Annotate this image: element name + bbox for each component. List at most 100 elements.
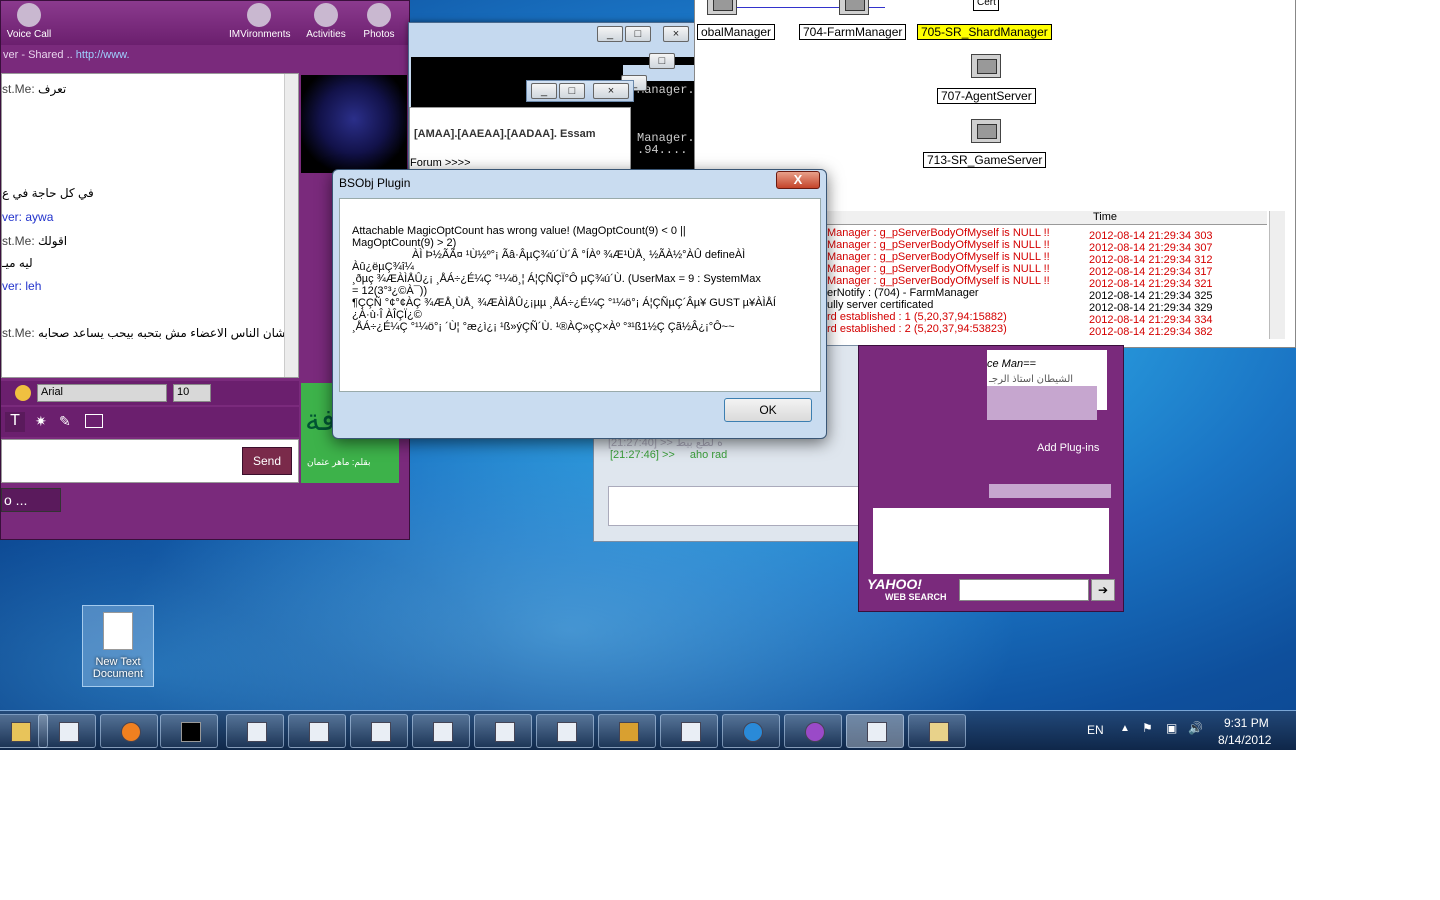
- window-icon: [371, 722, 391, 742]
- chat-line: st.Me: اقولك: [2, 234, 68, 248]
- window-icon[interactable]: [85, 414, 103, 428]
- window-icon: [867, 722, 887, 742]
- node-agent-server[interactable]: 707-AgentServer: [937, 88, 1036, 104]
- network-taskbar-button[interactable]: [722, 714, 780, 748]
- server-icon: [971, 54, 1001, 78]
- app-taskbar-button[interactable]: [660, 714, 718, 748]
- new-text-document-icon[interactable]: New Text Document: [82, 605, 154, 687]
- window-icon: [681, 722, 701, 742]
- maximize-button[interactable]: □: [625, 26, 651, 42]
- panel-content: [873, 508, 1109, 574]
- show-hidden-icons[interactable]: ▲: [1120, 723, 1130, 734]
- chat-line: في كل حاجة في ع: [2, 186, 94, 200]
- close-button[interactable]: ×: [663, 26, 689, 42]
- font-select[interactable]: Arial: [37, 384, 167, 402]
- shared-link[interactable]: http://www.: [76, 49, 130, 61]
- node-global-manager[interactable]: obalManager: [697, 24, 776, 40]
- app-taskbar-button[interactable]: [350, 714, 408, 748]
- volume-icon[interactable]: 🔊: [1188, 721, 1203, 735]
- paint-taskbar-button[interactable]: [908, 714, 966, 748]
- chat-line: ليه ميـ: [2, 256, 33, 270]
- window-titlebar: _ □ ×: [526, 80, 634, 102]
- font-size-select[interactable]: 10: [173, 384, 211, 402]
- dialog-message-line: Àû¿ëµÇ¾î¼­: [352, 261, 414, 273]
- emoticon-icon[interactable]: [15, 385, 31, 401]
- text-file-icon: [103, 612, 133, 650]
- bsobj-plugin-dialog: BSObj Plugin X Attachable MagicOptCount …: [332, 169, 827, 439]
- tools-icon: [619, 722, 639, 742]
- attach-icon[interactable]: ✎: [59, 413, 71, 430]
- web-search-input[interactable]: [959, 579, 1089, 601]
- log-message: rd established : 2 (5,20,37,94:53823): [827, 323, 1007, 335]
- dialog-message-line: ¸ÅÁ÷¿É¼Ç °¹¼ö°¡ ´Ù¦ °æ¿ì¿¡ ¹ß»ýÇÑ´Ù. ¹®À…: [352, 321, 735, 333]
- app-taskbar-button[interactable]: [226, 714, 284, 748]
- voice-call-button[interactable]: Voice Call: [0, 1, 59, 40]
- node-game-server[interactable]: 713-SR_GameServer: [923, 152, 1047, 168]
- add-plugins-link[interactable]: Add Plug-ins: [1037, 442, 1099, 454]
- play-icon: [121, 722, 141, 742]
- dialog-message-line: ¿À·ù·Î ÀÎÇÏ¿©: [352, 309, 422, 321]
- window-icon: [557, 722, 577, 742]
- ok-button[interactable]: OK: [724, 398, 812, 422]
- chat-line: st.Me: تعرف: [2, 82, 67, 96]
- settings-icon[interactable]: ✷: [35, 413, 47, 430]
- network-tray-icon[interactable]: ▣: [1166, 721, 1177, 735]
- contact-avatar: [301, 75, 407, 173]
- chess-pawn-icon: [314, 3, 338, 27]
- imvironments-button[interactable]: IMVironments: [229, 1, 291, 40]
- clock-date[interactable]: 8/14/2012: [1218, 733, 1271, 747]
- text-style-icon[interactable]: T: [5, 412, 25, 432]
- node-farm-manager[interactable]: 704-FarmManager: [799, 24, 907, 40]
- flag-icon[interactable]: ⚑: [1142, 721, 1153, 735]
- chat-history[interactable]: st.Me: تعرف في كل حاجة في ع ver: aywa st…: [1, 73, 299, 378]
- yahoo-toolbar: Voice Call IMVironments Activities Photo…: [1, 1, 409, 45]
- log-message: Manager : g_pServerBodyOfMyself is NULL …: [827, 263, 1050, 275]
- dialog-close-button[interactable]: X: [776, 171, 820, 189]
- log-message: rd established : 1 (5,20,37,94:15882): [827, 311, 1007, 323]
- folder-icon: [11, 722, 31, 742]
- window-icon: [433, 722, 453, 742]
- close-button[interactable]: ×: [593, 83, 629, 99]
- maximize-button[interactable]: □: [559, 83, 585, 99]
- log-header: Time: [827, 211, 1267, 225]
- app-taskbar-button[interactable]: [474, 714, 532, 748]
- log-message: ully server certificated: [827, 299, 934, 311]
- language-indicator[interactable]: EN: [1087, 723, 1104, 737]
- app-taskbar-button[interactable]: [536, 714, 594, 748]
- text-file-icon: [59, 722, 79, 742]
- active-taskbar-button[interactable]: [846, 714, 904, 748]
- node-cert[interactable]: Cert: [973, 0, 999, 11]
- yahoo-logo: YAHOO!: [867, 576, 922, 592]
- node-shard-manager[interactable]: 705-SR_ShardManager: [917, 24, 1052, 40]
- log-message: Manager : g_pServerBodyOfMyself is NULL …: [827, 275, 1050, 287]
- more-button[interactable]: o ...: [1, 488, 61, 512]
- minimize-button[interactable]: _: [597, 26, 623, 42]
- app-taskbar-button[interactable]: [288, 714, 346, 748]
- maximize-button[interactable]: □: [649, 53, 675, 69]
- notepad-taskbar-button[interactable]: [38, 714, 96, 748]
- activities-button[interactable]: Activities: [296, 1, 356, 40]
- yahoo-messenger-taskbar-button[interactable]: [784, 714, 842, 748]
- microphone-icon: [17, 3, 41, 27]
- dialog-message-line: ÀÌ Þ½ÃÃ¤ ¹Ù½º°¡ Ãâ·ÂµÇ¾ú´Ù´Â °ÍÀº ¾Æ¹ÙÅ¸…: [412, 249, 746, 261]
- cmd-taskbar-button[interactable]: [160, 714, 218, 748]
- tools-taskbar-button[interactable]: [598, 714, 656, 748]
- dialog-message-line: Attachable MagicOptCount has wrong value…: [352, 225, 686, 237]
- chat-scrollbar[interactable]: [284, 74, 298, 377]
- photos-button[interactable]: Photos: [349, 1, 409, 40]
- clock-time[interactable]: 9:31 PM: [1224, 716, 1269, 730]
- send-button[interactable]: Send: [242, 447, 292, 475]
- log-message: Manager : g_pServerBodyOfMyself is NULL …: [827, 251, 1050, 263]
- log-scrollbar[interactable]: [1269, 211, 1285, 339]
- dialog-title: BSObj Plugin: [339, 176, 411, 190]
- network-icon: [743, 722, 763, 742]
- minimize-button[interactable]: _: [531, 83, 557, 99]
- media-player-taskbar-button[interactable]: [100, 714, 158, 748]
- app-taskbar-button[interactable]: [412, 714, 470, 748]
- search-arrow-icon[interactable]: ➔: [1091, 579, 1115, 601]
- dialog-message-line: ¶ÇÇÑ °¢°¢ÀÇ ¾ÆÅ¸ÙÅ¸ ¾ÆÀÌÅÛ¿¡µµ ¸ÅÁ÷¿É¼Ç …: [352, 297, 776, 309]
- log-message: Manager : g_pServerBodyOfMyself is NULL …: [827, 239, 1050, 251]
- background-window: _ □ × Manager. Manager. .94.... [AMAA].[…: [408, 22, 696, 191]
- chat-line: st.Me: علشان الناس الاعضاء مش بتحبه بيحب…: [2, 326, 298, 340]
- yahoo-side-panel: ce Man== الشيطان استاذ الرجـ Add Plug-in…: [858, 345, 1124, 612]
